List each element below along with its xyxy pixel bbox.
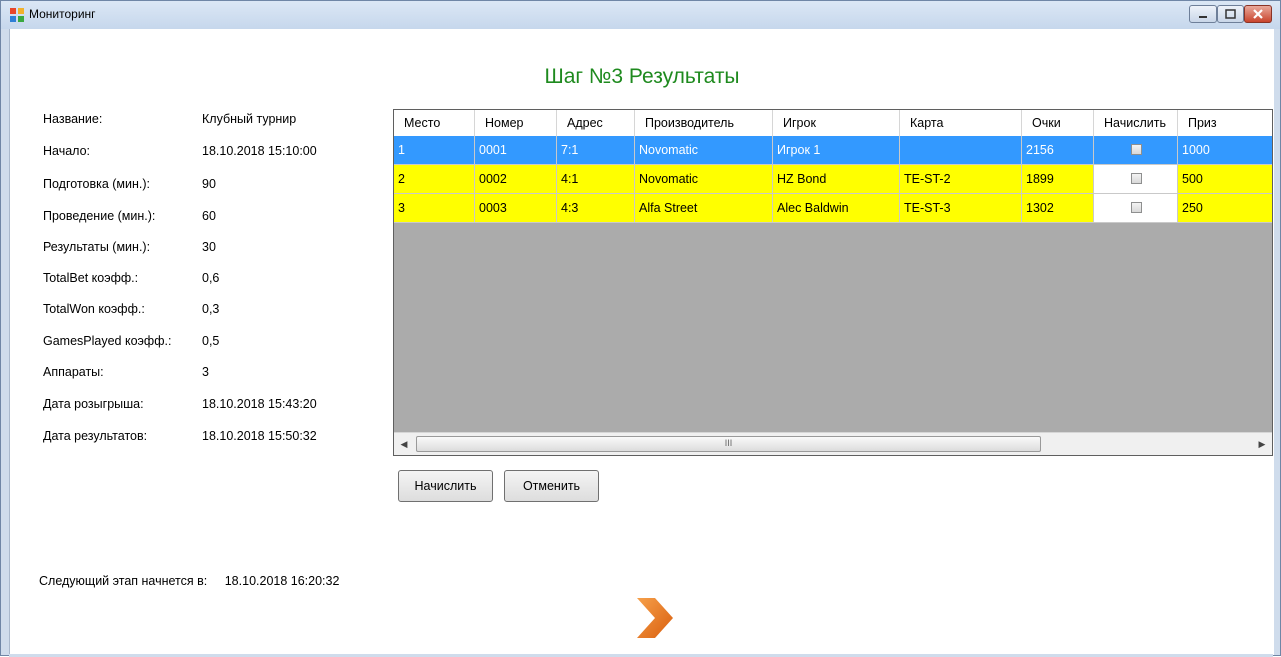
cell-number: 0003 xyxy=(475,194,557,223)
info-label-gamesplayed: GamesPlayed коэфф.: xyxy=(43,334,172,348)
main-window: Мониторинг Шаг №3 Результаты Название: К… xyxy=(0,0,1281,657)
close-icon xyxy=(1253,9,1263,19)
accrue-button[interactable]: Начислить xyxy=(398,470,493,502)
cell-address: 4:3 xyxy=(557,194,635,223)
accrue-checkbox[interactable] xyxy=(1131,202,1142,213)
column-header-address[interactable]: Адрес xyxy=(557,110,635,136)
cell-manufacturer: Novomatic xyxy=(635,136,773,165)
column-header-place[interactable]: Место xyxy=(394,110,475,136)
cell-manufacturer: Novomatic xyxy=(635,165,773,194)
info-label-name: Название: xyxy=(43,112,103,126)
results-grid[interactable]: Место Номер Адрес Производитель Игрок Ка… xyxy=(393,109,1273,456)
cell-player: Игрок 1 xyxy=(773,136,900,165)
horizontal-scrollbar[interactable]: ◀ III ▶ xyxy=(394,432,1272,455)
cell-accrue xyxy=(1094,136,1178,165)
column-header-number[interactable]: Номер xyxy=(475,110,557,136)
cell-prize: 1000 xyxy=(1178,136,1272,165)
cell-card: TE-ST-3 xyxy=(900,194,1022,223)
column-header-prize[interactable]: Приз xyxy=(1178,110,1272,136)
table-row[interactable]: 1 0001 7:1 Novomatic Игрок 1 2156 1000 xyxy=(394,136,1272,165)
minimize-button[interactable] xyxy=(1189,5,1217,23)
cancel-button[interactable]: Отменить xyxy=(504,470,599,502)
cell-card: TE-ST-2 xyxy=(900,165,1022,194)
cell-points: 1302 xyxy=(1022,194,1094,223)
next-stage-line: Следующий этап начнется в: 18.10.2018 16… xyxy=(39,574,339,588)
column-header-manufacturer[interactable]: Производитель xyxy=(635,110,773,136)
grid-header: Место Номер Адрес Производитель Игрок Ка… xyxy=(394,110,1272,137)
minimize-icon xyxy=(1199,16,1207,18)
info-label-results: Результаты (мин.): xyxy=(43,240,151,254)
cell-place: 2 xyxy=(394,165,475,194)
info-value-totalbet: 0,6 xyxy=(202,271,220,285)
info-label-duration: Проведение (мин.): xyxy=(43,209,156,223)
app-icon xyxy=(10,8,24,22)
table-row[interactable]: 3 0003 4:3 Alfa Street Alec Baldwin TE-S… xyxy=(394,194,1272,223)
table-row[interactable]: 2 0002 4:1 Novomatic HZ Bond TE-ST-2 189… xyxy=(394,165,1272,194)
cell-number: 0002 xyxy=(475,165,557,194)
cell-place: 3 xyxy=(394,194,475,223)
cell-points: 1899 xyxy=(1022,165,1094,194)
info-value-gamesplayed: 0,5 xyxy=(202,334,220,348)
scrollbar-grip: III xyxy=(724,438,733,448)
scroll-right-icon[interactable]: ▶ xyxy=(1252,433,1272,455)
scrollbar-thumb[interactable]: III xyxy=(416,436,1041,452)
accrue-checkbox[interactable] xyxy=(1131,173,1142,184)
info-label-machines: Аппараты: xyxy=(43,365,104,379)
title-bar[interactable]: Мониторинг xyxy=(1,1,1280,29)
cell-place: 1 xyxy=(394,136,475,165)
accrue-checkbox[interactable] xyxy=(1131,144,1142,155)
scroll-left-icon[interactable]: ◀ xyxy=(394,433,414,455)
info-label-results-date: Дата результатов: xyxy=(43,429,148,443)
info-value-duration: 60 xyxy=(202,209,216,223)
cell-number: 0001 xyxy=(475,136,557,165)
cell-card xyxy=(900,136,1022,165)
maximize-button[interactable] xyxy=(1217,5,1244,23)
column-header-accrue[interactable]: Начислить xyxy=(1094,110,1178,136)
info-value-start: 18.10.2018 15:10:00 xyxy=(202,144,317,158)
cell-player: HZ Bond xyxy=(773,165,900,194)
cell-manufacturer: Alfa Street xyxy=(635,194,773,223)
info-label-draw-date: Дата розыгрыша: xyxy=(43,397,144,411)
column-header-card[interactable]: Карта xyxy=(900,110,1022,136)
cell-points: 2156 xyxy=(1022,136,1094,165)
next-arrow-icon[interactable] xyxy=(633,598,675,638)
info-value-preparation: 90 xyxy=(202,177,216,191)
cell-prize: 500 xyxy=(1178,165,1272,194)
info-value-results-date: 18.10.2018 15:50:32 xyxy=(202,429,317,443)
next-stage-value: 18.10.2018 16:20:32 xyxy=(224,574,340,588)
next-stage-label: Следующий этап начнется в: xyxy=(39,574,208,588)
info-value-name: Клубный турнир xyxy=(202,112,297,126)
cell-player: Alec Baldwin xyxy=(773,194,900,223)
info-value-draw-date: 18.10.2018 15:43:20 xyxy=(202,397,317,411)
info-label-totalbet: TotalBet коэфф.: xyxy=(43,271,139,285)
info-value-totalwon: 0,3 xyxy=(202,302,220,316)
info-label-start: Начало: xyxy=(43,144,91,158)
close-button[interactable] xyxy=(1244,5,1272,23)
info-value-results: 30 xyxy=(202,240,216,254)
window-title: Мониторинг xyxy=(29,7,96,21)
info-label-preparation: Подготовка (мин.): xyxy=(43,177,151,191)
cell-accrue xyxy=(1094,165,1178,194)
cell-prize: 250 xyxy=(1178,194,1272,223)
cell-address: 4:1 xyxy=(557,165,635,194)
info-value-machines: 3 xyxy=(202,365,209,379)
cell-address: 7:1 xyxy=(557,136,635,165)
cell-accrue xyxy=(1094,194,1178,223)
info-label-totalwon: TotalWon коэфф.: xyxy=(43,302,145,316)
column-header-player[interactable]: Игрок xyxy=(773,110,900,136)
column-header-points[interactable]: Очки xyxy=(1022,110,1094,136)
maximize-icon xyxy=(1225,9,1236,19)
page-title: Шаг №3 Результаты xyxy=(544,65,740,88)
